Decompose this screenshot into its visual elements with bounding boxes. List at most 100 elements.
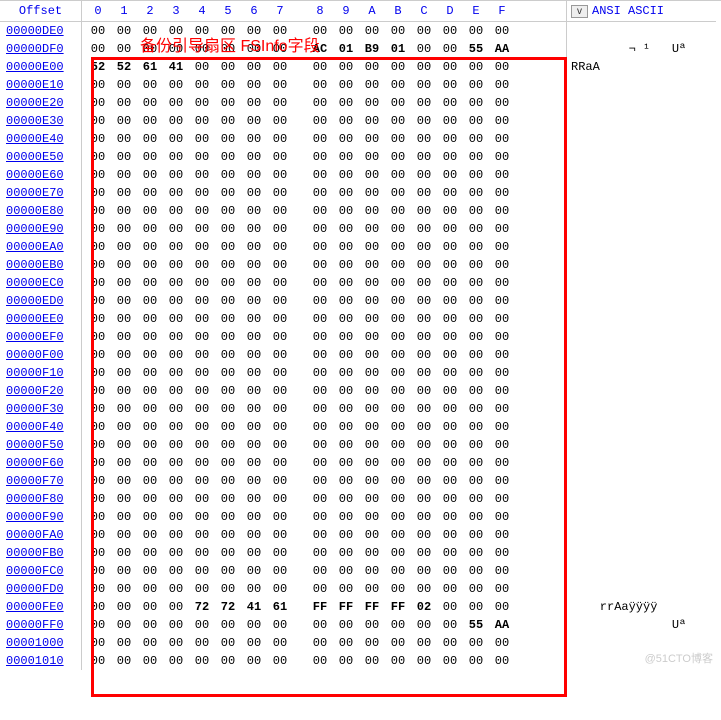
hex-byte[interactable]: 00 <box>494 636 510 650</box>
hex-byte[interactable]: 00 <box>312 150 328 164</box>
hex-byte[interactable]: 00 <box>194 114 210 128</box>
hex-byte[interactable]: 00 <box>194 636 210 650</box>
hex-byte[interactable]: 00 <box>390 168 406 182</box>
hex-byte[interactable]: 00 <box>272 510 288 524</box>
hex-byte[interactable]: 00 <box>494 546 510 560</box>
hex-byte[interactable]: 00 <box>468 420 484 434</box>
hex-byte[interactable]: 00 <box>116 654 132 668</box>
hex-byte[interactable]: 00 <box>416 42 432 56</box>
ascii-cell[interactable]: RRaA <box>566 58 716 76</box>
hex-byte[interactable]: 00 <box>142 492 158 506</box>
hex-byte[interactable]: 52 <box>90 60 106 74</box>
ascii-cell[interactable] <box>566 580 716 598</box>
hex-byte[interactable]: 00 <box>168 150 184 164</box>
hex-byte[interactable]: 00 <box>168 114 184 128</box>
hex-byte[interactable]: 00 <box>468 366 484 380</box>
offset-cell[interactable]: 00000F10 <box>0 364 82 382</box>
hex-byte[interactable]: 00 <box>338 456 354 470</box>
hex-byte[interactable]: 00 <box>220 276 236 290</box>
hex-byte[interactable]: 00 <box>142 240 158 254</box>
hex-byte[interactable]: 00 <box>312 132 328 146</box>
hex-byte[interactable]: 00 <box>390 330 406 344</box>
hex-byte[interactable]: 00 <box>312 276 328 290</box>
hex-byte[interactable]: 00 <box>338 564 354 578</box>
hex-byte[interactable]: 00 <box>246 528 262 542</box>
hex-byte[interactable]: 00 <box>116 42 132 56</box>
hex-byte[interactable]: 00 <box>246 420 262 434</box>
hex-byte[interactable]: 00 <box>90 312 106 326</box>
hex-byte[interactable]: 00 <box>116 222 132 236</box>
hex-byte[interactable]: 00 <box>220 564 236 578</box>
hex-byte[interactable]: 00 <box>168 96 184 110</box>
hex-byte[interactable]: 00 <box>364 132 380 146</box>
hex-byte[interactable]: 00 <box>442 258 458 272</box>
hex-byte[interactable]: 00 <box>90 222 106 236</box>
offset-cell[interactable]: 00000F90 <box>0 508 82 526</box>
hex-byte[interactable]: 00 <box>416 618 432 632</box>
hex-byte[interactable]: 00 <box>90 456 106 470</box>
ascii-cell[interactable] <box>566 526 716 544</box>
hex-byte[interactable]: 00 <box>442 402 458 416</box>
offset-cell[interactable]: 00000FA0 <box>0 526 82 544</box>
hex-byte[interactable]: 00 <box>312 654 328 668</box>
hex-byte[interactable]: 00 <box>468 600 484 614</box>
hex-byte[interactable]: 00 <box>416 348 432 362</box>
hex-byte[interactable]: 00 <box>194 168 210 182</box>
hex-byte[interactable]: 00 <box>194 240 210 254</box>
ascii-cell[interactable] <box>566 22 716 40</box>
hex-byte[interactable]: 00 <box>416 114 432 128</box>
hex-byte[interactable]: 00 <box>416 582 432 596</box>
hex-byte[interactable]: 00 <box>390 546 406 560</box>
hex-byte[interactable]: FF <box>364 600 380 614</box>
hex-byte[interactable]: 00 <box>390 654 406 668</box>
hex-byte[interactable]: 00 <box>142 312 158 326</box>
hex-cell[interactable]: 00000000000000000000000000000000 <box>82 544 566 562</box>
hex-byte[interactable]: 00 <box>442 348 458 362</box>
hex-byte[interactable]: 00 <box>494 402 510 416</box>
hex-byte[interactable]: 00 <box>468 312 484 326</box>
hex-byte[interactable]: 00 <box>220 618 236 632</box>
hex-byte[interactable]: 00 <box>338 582 354 596</box>
hex-byte[interactable]: 00 <box>220 366 236 380</box>
hex-byte[interactable]: 00 <box>442 204 458 218</box>
hex-byte[interactable]: 00 <box>390 636 406 650</box>
hex-byte[interactable]: 00 <box>168 168 184 182</box>
hex-byte[interactable]: 00 <box>220 510 236 524</box>
hex-byte[interactable]: 00 <box>468 492 484 506</box>
hex-byte[interactable]: 00 <box>272 438 288 452</box>
hex-byte[interactable]: 00 <box>220 456 236 470</box>
hex-cell[interactable]: 00000000000000000000000000000000 <box>82 22 566 40</box>
hex-byte[interactable]: 00 <box>116 402 132 416</box>
hex-byte[interactable]: 00 <box>416 636 432 650</box>
hex-byte[interactable]: 00 <box>246 564 262 578</box>
hex-byte[interactable]: 00 <box>116 366 132 380</box>
hex-byte[interactable]: 00 <box>220 168 236 182</box>
hex-byte[interactable]: 00 <box>416 60 432 74</box>
offset-cell[interactable]: 00000E40 <box>0 130 82 148</box>
hex-byte[interactable]: 00 <box>494 258 510 272</box>
hex-byte[interactable]: 00 <box>194 492 210 506</box>
hex-byte[interactable]: 00 <box>168 384 184 398</box>
hex-byte[interactable]: 00 <box>312 546 328 560</box>
offset-cell[interactable]: 00000EA0 <box>0 238 82 256</box>
hex-byte[interactable]: 00 <box>220 24 236 38</box>
hex-byte[interactable]: 00 <box>90 420 106 434</box>
offset-cell[interactable]: 00000F60 <box>0 454 82 472</box>
hex-byte[interactable]: 00 <box>194 276 210 290</box>
hex-byte[interactable]: AA <box>494 42 510 56</box>
hex-byte[interactable]: 00 <box>142 366 158 380</box>
ascii-cell[interactable] <box>566 490 716 508</box>
ascii-cell[interactable]: ¬ ¹ Uª <box>566 40 716 58</box>
hex-byte[interactable]: 00 <box>442 330 458 344</box>
hex-byte[interactable]: 61 <box>142 60 158 74</box>
hex-byte[interactable]: 00 <box>364 402 380 416</box>
hex-byte[interactable]: 00 <box>194 222 210 236</box>
hex-byte[interactable]: 00 <box>194 582 210 596</box>
hex-byte[interactable]: 00 <box>416 654 432 668</box>
hex-byte[interactable]: 00 <box>168 258 184 272</box>
hex-byte[interactable]: 00 <box>246 276 262 290</box>
hex-byte[interactable]: 00 <box>364 240 380 254</box>
hex-byte[interactable]: 00 <box>312 186 328 200</box>
hex-cell[interactable]: 00000000000000000000000000000000 <box>82 436 566 454</box>
hex-byte[interactable]: 00 <box>142 114 158 128</box>
